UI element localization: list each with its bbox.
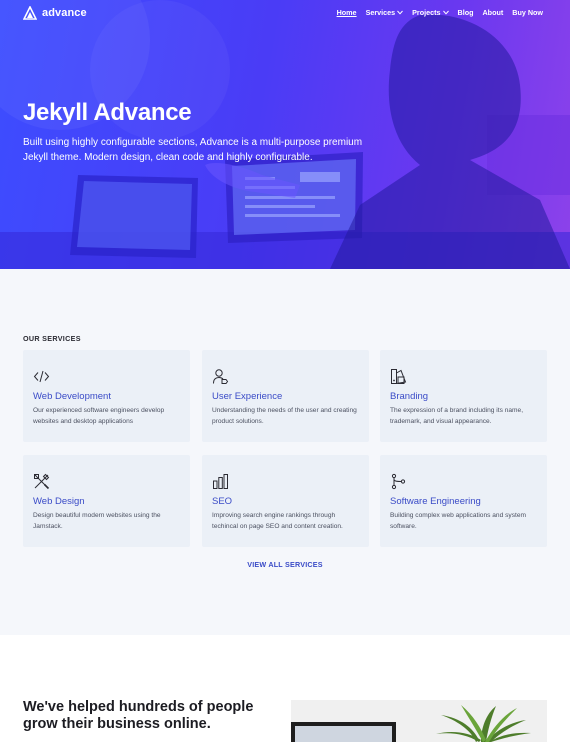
service-description: Design beautiful modern websites using t… xyxy=(33,512,161,530)
service-title: User Experience xyxy=(212,391,283,402)
plant-photo xyxy=(291,700,547,742)
hero-title: Jekyll Advance xyxy=(23,99,192,126)
chevron-down-icon xyxy=(397,10,404,15)
service-card-branding[interactable]: Branding The expression of a brand inclu… xyxy=(380,350,547,442)
service-title: Software Engineering xyxy=(390,496,481,507)
nav-blog[interactable]: Blog xyxy=(458,8,474,17)
main-navigation: Home Services Projects Blog About Buy No… xyxy=(337,8,543,17)
service-card-seo[interactable]: SEO Improving search engine rankings thr… xyxy=(202,455,369,547)
branding-icon xyxy=(391,369,407,384)
service-card-user-experience[interactable]: User Experience Understanding the needs … xyxy=(202,350,369,442)
service-description: Improving search engine rankings through… xyxy=(212,512,343,530)
service-description: The expression of a brand including its … xyxy=(390,407,524,425)
chevron-down-icon xyxy=(442,10,449,15)
nav-about[interactable]: About xyxy=(482,8,503,17)
plant-illustration xyxy=(291,700,547,742)
service-description: Understanding the needs of the user and … xyxy=(212,407,357,425)
service-description: Our experienced software engineers devel… xyxy=(33,407,165,425)
nav-services[interactable]: Services xyxy=(366,8,404,17)
nav-projects[interactable]: Projects xyxy=(412,8,449,17)
bar-chart-icon xyxy=(213,474,228,489)
view-all-services-link[interactable]: VIEW ALL SERVICES xyxy=(0,560,570,569)
hero-description: Built using highly configurable sections… xyxy=(23,137,363,163)
service-description: Building complex web applications and sy… xyxy=(390,512,526,530)
hero-section: advance Home Services Projects Blog Abou… xyxy=(0,0,570,269)
section-label: OUR SERVICES xyxy=(23,334,81,343)
service-title: Web Development xyxy=(33,391,111,402)
services-section: OUR SERVICES Web Development Our experie… xyxy=(0,269,570,635)
nav-buy-now[interactable]: Buy Now xyxy=(512,8,543,17)
design-tools-icon xyxy=(34,473,50,490)
code-icon xyxy=(33,370,50,383)
service-title: SEO xyxy=(212,496,233,507)
logo-text: advance xyxy=(42,7,87,19)
service-card-web-development[interactable]: Web Development Our experienced software… xyxy=(23,350,190,442)
git-branch-icon xyxy=(391,473,406,490)
service-title: Branding xyxy=(390,391,429,402)
service-card-web-design[interactable]: Web Design Design beautiful modern websi… xyxy=(23,455,190,547)
service-card-software-engineering[interactable]: Software Engineering Building complex we… xyxy=(380,455,547,547)
site-logo[interactable]: advance xyxy=(23,6,87,20)
service-title: Web Design xyxy=(33,496,85,507)
user-experience-icon xyxy=(213,369,229,384)
logo-triangle-icon xyxy=(23,6,37,20)
nav-home[interactable]: Home xyxy=(337,8,357,17)
intro-headline: We've helped hundreds of people grow the… xyxy=(23,699,254,732)
